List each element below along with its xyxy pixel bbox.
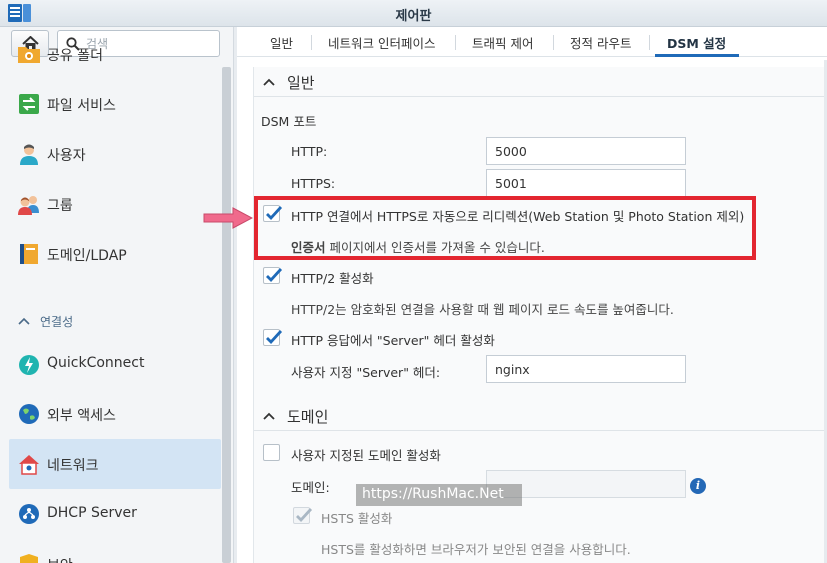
hsts-description: HSTS를 활성화하면 브라우저가 보안된 연결을 사용합니다. [321, 542, 631, 557]
sidebar-item-label: 그룹 [47, 198, 73, 214]
tab-separator [455, 35, 456, 50]
file-services-icon [19, 94, 39, 114]
shared-folder-icon [18, 47, 40, 63]
tab-static-route[interactable]: 정적 라우트 [570, 33, 631, 52]
pointer-arrow-icon [203, 207, 253, 229]
tab-separator [649, 35, 650, 50]
server-header-label: HTTP 응답에서 "Server" 헤더 활성화 [291, 333, 495, 348]
group-icon [18, 196, 39, 215]
active-tab-indicator [655, 54, 739, 57]
sidebar-item-file-services[interactable]: 파일 서비스 [9, 79, 221, 129]
sidebar-item-label: 도메인/LDAP [47, 248, 127, 264]
tab-separator [553, 35, 554, 50]
tab-dsm-settings[interactable]: DSM 설정 [667, 33, 726, 52]
sidebar-group-label: 연결성 [40, 315, 74, 329]
checkmark-icon [266, 268, 283, 283]
sidebar-item-label: 외부 액세스 [47, 408, 116, 424]
security-icon [20, 554, 38, 563]
sidebar-item-label: QuickConnect [47, 355, 145, 371]
http2-description: HTTP/2는 암호화된 연결을 사용할 때 웹 페이지 로드 속도를 높여줍니… [291, 302, 674, 317]
http2-label: HTTP/2 활성화 [291, 271, 374, 286]
chevron-up-icon [18, 317, 30, 325]
sidebar-item-user[interactable]: 사용자 [9, 129, 221, 179]
chevron-up-icon [263, 412, 275, 420]
hsts-checkbox[interactable] [293, 507, 313, 524]
window-title: 제어판 [395, 9, 432, 24]
section-general-header[interactable]: 일반 [254, 67, 827, 97]
domain-ldap-icon [20, 244, 38, 264]
sidebar-group-connectivity[interactable]: 연결성 [18, 313, 73, 333]
http-port-field[interactable]: 5000 [486, 137, 686, 165]
section-domain-header[interactable]: 도메인 [254, 401, 827, 431]
custom-domain-checkbox[interactable] [263, 444, 280, 461]
https-port-label: HTTPS: [291, 176, 336, 191]
sidebar-item-shared-folder[interactable]: 공유 폴더 [9, 29, 221, 79]
sidebar-item-quickconnect[interactable]: QuickConnect [9, 339, 221, 389]
sidebar-item-label: 보안 [47, 555, 73, 563]
tab-separator [311, 35, 312, 50]
tab-traffic-control[interactable]: 트래픽 제어 [472, 33, 533, 52]
sidebar-item-domain-ldap[interactable]: 도메인/LDAP [9, 229, 221, 279]
tab-bar: 일반 네트워크 인터페이스 트래픽 제어 정적 라우트 DSM 설정 [237, 27, 827, 57]
checkmark-icon [266, 330, 283, 345]
sidebar-item-dhcp-server[interactable]: DHCP Server [9, 489, 221, 539]
chevron-up-icon [263, 78, 275, 86]
sidebar-item-label: 공유 폴더 [47, 48, 103, 64]
sidebar-item-external-access[interactable]: 외부 액세스 [9, 389, 221, 439]
custom-server-header-field[interactable]: nginx [486, 355, 686, 383]
checkmark-icon [296, 508, 313, 523]
https-port-field[interactable]: 5001 [486, 169, 686, 197]
custom-server-header-label: 사용자 지정 "Server" 헤더: [291, 365, 441, 380]
hsts-label: HSTS 활성화 [321, 511, 393, 526]
quickconnect-icon [19, 355, 39, 375]
network-icon [19, 455, 39, 475]
sidebar-item-network[interactable]: 네트워크 [9, 439, 221, 489]
sidebar-item-label: 네트워크 [47, 458, 99, 474]
domain-label: 도메인: [291, 480, 330, 495]
section-domain-title: 도메인 [287, 408, 329, 426]
tab-network-interface[interactable]: 네트워크 인터페이스 [328, 33, 435, 52]
highlight-box [254, 196, 756, 260]
sidebar-item-security[interactable]: 보안 [9, 539, 221, 563]
server-header-checkbox[interactable] [263, 329, 283, 346]
custom-domain-label: 사용자 지정된 도메인 활성화 [291, 448, 441, 463]
sidebar-item-label: 사용자 [47, 148, 86, 164]
sidebar-item-label: 파일 서비스 [47, 98, 116, 114]
tab-general[interactable]: 일반 [270, 33, 293, 52]
sidebar-item-label: DHCP Server [47, 505, 137, 521]
watermark: https://RushMac.Net [356, 484, 522, 506]
info-icon[interactable]: i [690, 478, 706, 494]
sidebar-scrollbar[interactable] [222, 67, 231, 563]
user-icon [20, 144, 38, 165]
http2-checkbox[interactable] [263, 267, 283, 284]
sidebar: 공유 폴더 파일 서비스 사용자 그룹 [0, 27, 234, 563]
dsm-port-label: DSM 포트 [261, 114, 317, 129]
title-bar: 제어판 [0, 0, 827, 27]
http-port-label: HTTP: [291, 144, 328, 159]
main-panel: 일반 네트워크 인터페이스 트래픽 제어 정적 라우트 DSM 설정 일반 DS… [237, 27, 827, 563]
external-access-icon [19, 404, 39, 424]
dhcp-server-icon [19, 504, 39, 524]
section-general-title: 일반 [287, 74, 315, 92]
sidebar-item-group[interactable]: 그룹 [9, 179, 221, 229]
